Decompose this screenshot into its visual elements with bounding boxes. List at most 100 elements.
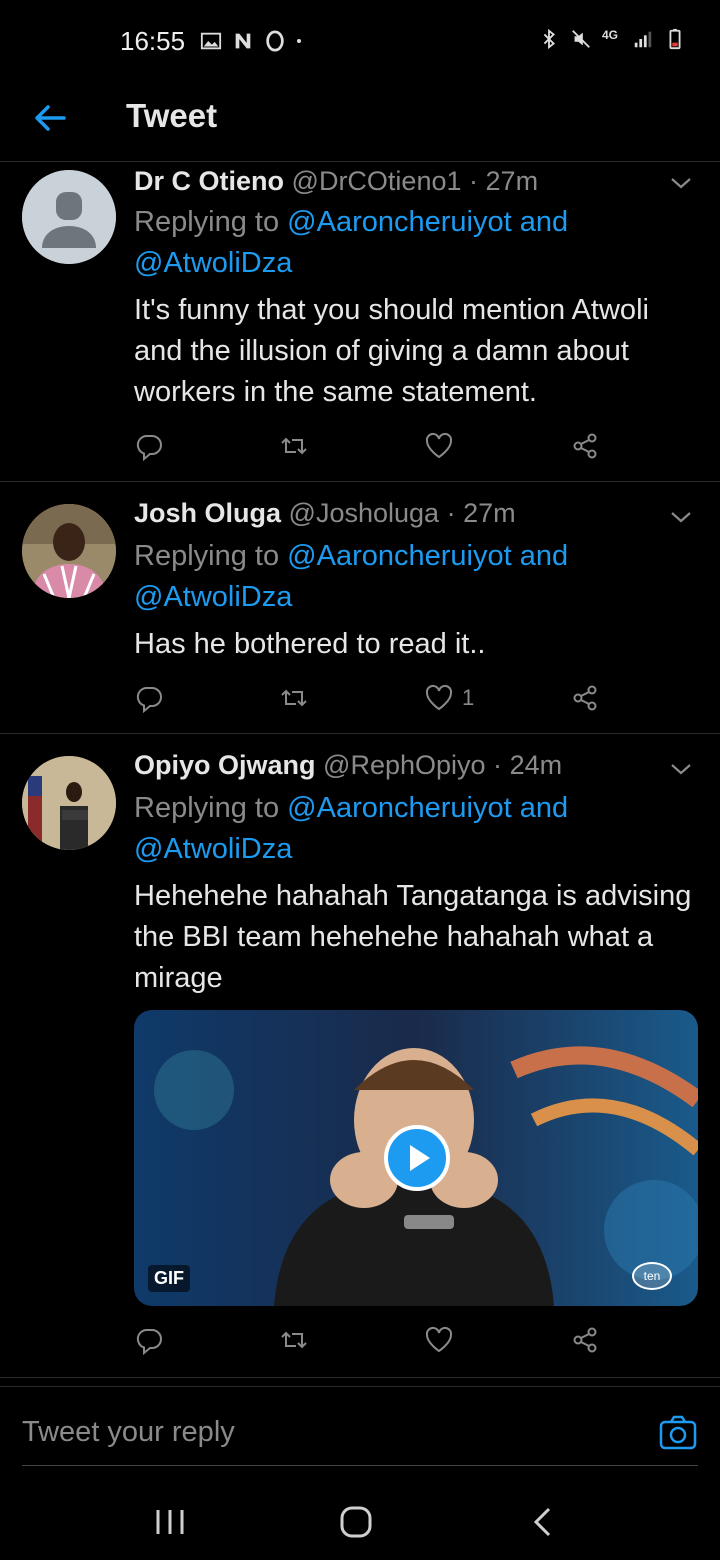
retweet-button[interactable]	[279, 678, 309, 718]
reply-icon	[136, 1329, 162, 1355]
gif-media[interactable]: GIF ten	[134, 1010, 698, 1306]
page-title: Tweet	[126, 97, 218, 134]
signal-icon	[634, 31, 652, 48]
n-icon	[235, 33, 251, 49]
tweet-actions	[134, 1320, 614, 1360]
reply-composer	[0, 1386, 720, 1476]
mention-link[interactable]: @Aaroncheruiyot	[287, 206, 512, 238]
retweet-button[interactable]	[279, 1320, 309, 1360]
4g-icon: 4G	[602, 28, 619, 42]
replying-prefix: Replying to	[134, 540, 288, 572]
default-avatar-icon	[22, 170, 116, 264]
heart-icon	[425, 1326, 453, 1353]
tweet-time: 24m	[509, 750, 563, 780]
display-name[interactable]: Dr C Otieno	[134, 166, 284, 196]
separator-dot: ·	[493, 750, 503, 780]
heart-icon	[425, 684, 453, 711]
chevron-down-icon[interactable]	[668, 756, 694, 782]
tweet-header: Josh Oluga @Josholuga · 27m	[134, 498, 516, 529]
dot-icon	[297, 39, 301, 43]
tweet-header: Opiyo Ojwang @RephOpiyo · 24m	[134, 750, 562, 781]
reply-button[interactable]	[134, 426, 164, 466]
tweet-header: Dr C Otieno @DrCOtieno1 · 27m	[134, 166, 538, 197]
recent-apps-icon[interactable]	[150, 1502, 190, 1542]
tweet-item[interactable]: Josh Oluga @Josholuga · 27m Replying to …	[0, 482, 720, 734]
mention-link[interactable]: @Aaroncheruiyot	[287, 540, 512, 572]
share-icon	[573, 685, 597, 711]
user-handle: @Josholuga	[288, 498, 440, 528]
back-nav-icon[interactable]	[524, 1502, 564, 1542]
share-button[interactable]	[570, 678, 600, 718]
reply-button[interactable]	[134, 1320, 164, 1360]
retweet-icon	[281, 437, 307, 455]
user-handle: @RephOpiyo	[323, 750, 486, 780]
mention-link[interactable]: @AtwoliDza	[134, 581, 292, 613]
tweet-time: 27m	[485, 166, 539, 196]
like-button[interactable]	[424, 426, 462, 466]
like-button[interactable]	[424, 1320, 462, 1360]
bluetooth-icon	[543, 28, 555, 50]
top-app-bar: Tweet	[0, 82, 720, 162]
avatar[interactable]	[22, 756, 116, 850]
play-icon	[410, 1145, 430, 1171]
retweet-button[interactable]	[279, 426, 309, 466]
like-button[interactable]: 1	[424, 678, 474, 718]
replying-and[interactable]: and	[512, 206, 568, 238]
home-icon[interactable]	[336, 1502, 376, 1542]
tweet-time: 27m	[463, 498, 516, 528]
ten-logo: ten	[632, 1262, 672, 1290]
back-arrow-icon[interactable]	[28, 96, 72, 140]
tweet-text: Hehehehe hahahah Tangatanga is advising …	[134, 880, 692, 994]
tweet-item[interactable]: Opiyo Ojwang @RephOpiyo · 24m Replying t…	[0, 734, 720, 1378]
share-button[interactable]	[570, 1320, 600, 1360]
reply-icon	[136, 687, 162, 713]
gallery-icon	[200, 32, 222, 50]
tweet-text: Has he bothered to read it..	[134, 628, 486, 660]
tweet-actions: 1	[134, 678, 614, 718]
mention-link[interactable]: @AtwoliDza	[134, 247, 292, 279]
reply-button[interactable]	[134, 678, 164, 718]
separator-dot: ·	[469, 166, 479, 196]
share-button[interactable]	[570, 426, 600, 466]
replying-prefix: Replying to	[134, 206, 288, 238]
mention-link[interactable]: @Aaroncheruiyot	[287, 792, 512, 824]
share-icon	[573, 1327, 597, 1353]
profile-photo	[22, 504, 116, 598]
replying-to: Replying to @Aaroncheruiyot and @AtwoliD…	[134, 788, 694, 870]
profile-photo	[22, 756, 116, 850]
replying-to: Replying to @Aaroncheruiyot and @AtwoliD…	[134, 202, 694, 284]
tweet-item[interactable]: Dr C Otieno @DrCOtieno1 · 27m Replying t…	[0, 162, 720, 482]
retweet-icon	[281, 1331, 307, 1349]
tweet-text: It's funny that you should mention Atwol…	[134, 294, 649, 408]
retweet-icon	[281, 689, 307, 707]
separator-dot: ·	[446, 498, 456, 528]
mention-link[interactable]: @AtwoliDza	[134, 833, 292, 865]
camera-icon[interactable]	[658, 1413, 698, 1453]
battery-icon	[669, 28, 681, 50]
share-icon	[573, 433, 597, 459]
system-nav-bar	[0, 1476, 720, 1560]
replying-prefix: Replying to	[134, 792, 288, 824]
like-count: 1	[462, 685, 475, 710]
gif-badge: GIF	[148, 1265, 190, 1292]
replying-to: Replying to @Aaroncheruiyot and @AtwoliD…	[134, 536, 694, 618]
heart-icon	[425, 432, 453, 459]
reply-icon	[136, 435, 162, 461]
display-name[interactable]: Opiyo Ojwang	[134, 750, 316, 780]
avatar[interactable]	[22, 504, 116, 598]
play-button[interactable]	[384, 1125, 450, 1191]
chevron-down-icon[interactable]	[668, 504, 694, 530]
user-handle: @DrCOtieno1	[291, 166, 462, 196]
replying-and[interactable]: and	[512, 792, 568, 824]
reply-input[interactable]	[22, 1407, 622, 1457]
avatar[interactable]	[22, 170, 116, 264]
mute-icon	[572, 30, 590, 48]
display-name[interactable]: Josh Oluga	[134, 498, 281, 528]
chevron-down-icon[interactable]	[668, 170, 694, 196]
tweet-actions	[134, 426, 614, 466]
divider	[22, 1465, 698, 1466]
status-bar: 16:55 4G	[0, 0, 720, 82]
opera-icon	[266, 30, 284, 52]
status-time: 16:55	[120, 26, 186, 56]
replying-and[interactable]: and	[512, 540, 568, 572]
